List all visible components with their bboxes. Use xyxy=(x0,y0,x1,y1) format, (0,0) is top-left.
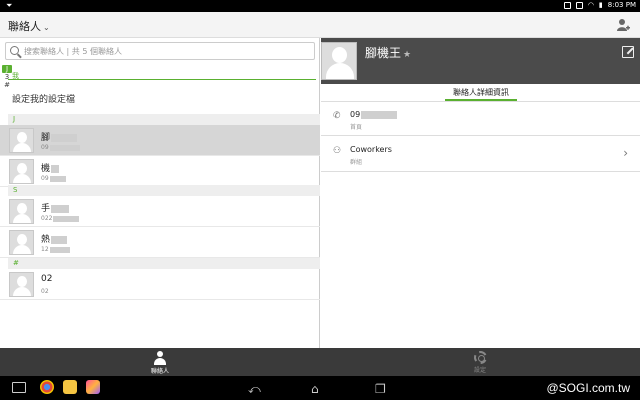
avatar xyxy=(9,199,34,224)
back-icon[interactable]: ⤺ xyxy=(248,382,261,397)
index-letter[interactable]: # xyxy=(2,81,12,89)
avatar xyxy=(9,230,34,255)
avatar xyxy=(9,128,34,153)
nav-contacts-label: 聯絡人 xyxy=(150,368,169,375)
group-label: 群組 xyxy=(350,159,363,166)
edit-icon[interactable] xyxy=(622,46,634,58)
avatar xyxy=(9,272,34,297)
profile-header: 腳機王 ★ xyxy=(321,38,640,84)
contact-name: 手 xyxy=(41,204,51,214)
battery-icon: ▮ xyxy=(598,1,603,9)
contact-phone: 09 xyxy=(41,144,49,151)
contact-row[interactable]: 02 02 xyxy=(0,269,320,300)
phone-icon: ✆ xyxy=(333,111,341,121)
chrome-icon[interactable] xyxy=(40,380,54,394)
tab-contact-details[interactable]: 聯絡人詳細資訊 xyxy=(445,87,517,98)
person-icon xyxy=(154,351,166,365)
app-title: 聯絡人 xyxy=(8,20,41,33)
group-name: Coworkers xyxy=(350,145,392,154)
contact-detail-pane: 腳機王 ★ 聯絡人詳細資訊 ✆ 09 首頁 ⚇ Coworkers 群組 › xyxy=(321,38,640,348)
add-contact-icon[interactable] xyxy=(616,18,630,32)
alphabet-index[interactable]: J 3 # xyxy=(2,65,12,89)
contact-phone: 09 xyxy=(41,175,49,182)
home-icon[interactable]: ⌂ xyxy=(311,382,319,396)
contact-row[interactable]: 腳 09 xyxy=(0,125,320,156)
nav-settings-label: 設定 xyxy=(473,367,486,374)
group-icon: ⚇ xyxy=(333,146,342,156)
clock: 8:03 PM xyxy=(607,1,636,9)
contact-list-pane: 搜索聯絡人 | 共 5 個聯絡人 J 3 # 我 設定我的設定檔 J 腳 09 … xyxy=(0,38,320,348)
bottom-nav: 聯絡人 設定 xyxy=(0,348,640,376)
watermark: @SOGI.com.tw xyxy=(546,381,630,395)
app-title-dropdown[interactable]: 聯絡人 ⌄ xyxy=(8,18,50,34)
system-nav-bar: ⤺ ⌂ ❐ @SOGI.com.tw xyxy=(0,376,640,400)
star-icon[interactable]: ★ xyxy=(403,50,411,60)
contact-phone: 022 xyxy=(41,215,53,222)
contact-row[interactable]: 熱 12 xyxy=(0,227,320,258)
search-input[interactable]: 搜索聯絡人 | 共 5 個聯絡人 xyxy=(5,42,315,60)
nav-settings[interactable]: 設定 xyxy=(460,351,500,374)
notification-icon xyxy=(563,1,571,9)
contact-row[interactable]: 手 022 xyxy=(0,196,320,227)
notification-icon xyxy=(575,1,583,9)
divider xyxy=(8,79,316,80)
contact-name: 熱 xyxy=(41,235,51,245)
status-bar: ⏷ ◠ ▮ 8:03 PM xyxy=(0,0,640,12)
contact-name: 機 xyxy=(41,164,51,174)
tab-indicator xyxy=(445,99,517,101)
contact-row[interactable]: 機 09 xyxy=(0,156,320,187)
set-my-profile-item[interactable]: 設定我的設定檔 xyxy=(12,92,75,105)
notification-icon: ⏷ xyxy=(6,1,13,10)
avatar[interactable] xyxy=(321,42,357,80)
notes-icon[interactable] xyxy=(63,380,77,394)
phone-number: 09 xyxy=(350,110,361,119)
detail-tabs: 聯絡人詳細資訊 xyxy=(321,84,640,102)
app-bar: 聯絡人 ⌄ xyxy=(0,12,640,38)
section-header: # xyxy=(8,258,320,269)
contact-name: 02 xyxy=(41,274,53,284)
chevron-down-icon: ⌄ xyxy=(43,23,50,32)
contact-name: 腳 xyxy=(41,133,51,143)
phone-detail-row[interactable]: ✆ 09 首頁 xyxy=(321,102,640,136)
gallery-icon[interactable] xyxy=(86,380,100,394)
avatar xyxy=(9,159,34,184)
chevron-right-icon: › xyxy=(623,146,628,160)
group-detail-row[interactable]: ⚇ Coworkers 群組 › xyxy=(321,136,640,172)
contact-phone: 02 xyxy=(41,288,49,295)
wifi-icon: ◠ xyxy=(587,1,594,9)
search-placeholder: 搜索聯絡人 | 共 5 個聯絡人 xyxy=(24,47,122,56)
search-icon xyxy=(10,46,19,55)
contact-detail-name: 腳機王 xyxy=(365,46,402,60)
gear-icon xyxy=(473,351,487,364)
apps-icon[interactable] xyxy=(12,382,26,393)
contact-phone: 12 xyxy=(41,246,49,253)
section-header: J xyxy=(8,114,320,125)
phone-type: 首頁 xyxy=(350,124,363,131)
nav-contacts[interactable]: 聯絡人 xyxy=(140,351,180,375)
recents-icon[interactable]: ❐ xyxy=(375,382,386,396)
section-header: S xyxy=(8,185,320,196)
index-letter[interactable]: J xyxy=(2,65,12,73)
